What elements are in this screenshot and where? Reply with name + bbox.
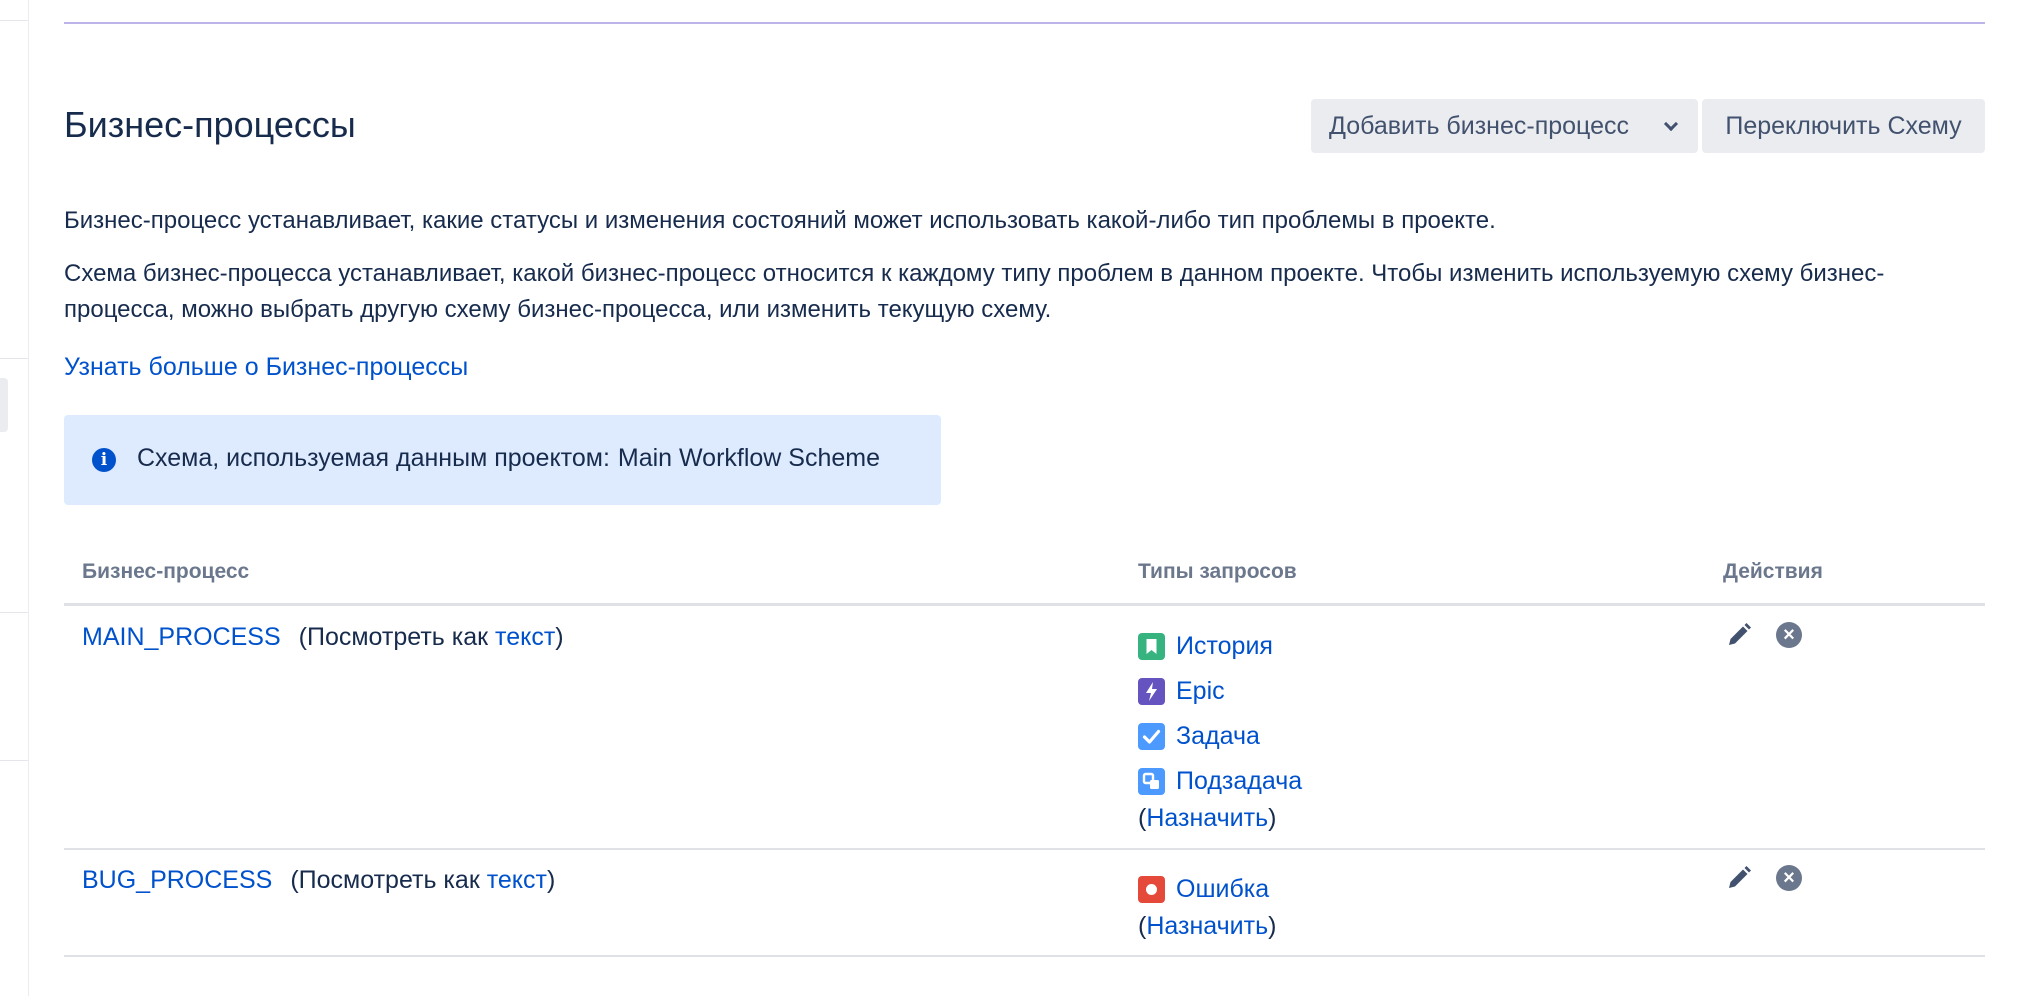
add-workflow-label: Добавить бизнес-процесс: [1329, 112, 1629, 140]
header-divider: [64, 22, 1985, 24]
sidebar-divider: [0, 760, 28, 761]
list-item: Задача: [1138, 714, 1302, 759]
assign-text: (Назначить): [1138, 804, 1302, 833]
sidebar-selected-item[interactable]: [0, 378, 8, 432]
chevron-down-icon: [1663, 116, 1679, 132]
view-as-text: (Посмотреть как текст): [290, 866, 555, 894]
task-icon: [1138, 723, 1165, 750]
column-header-issue-types: Типы запросов: [1138, 560, 1297, 583]
row-divider: [64, 955, 1985, 957]
subtask-icon: [1138, 768, 1165, 795]
view-prefix: (Посмотреть как: [290, 866, 487, 894]
issue-type-link-bug[interactable]: Ошибка: [1176, 875, 1269, 904]
list-item: Ошибка: [1138, 867, 1276, 912]
scheme-info-label: Схема, используемая данным проектом:: [137, 444, 610, 472]
column-header-actions: Действия: [1723, 560, 1823, 583]
column-header-workflow: Бизнес-процесс: [82, 560, 250, 583]
row-divider: [64, 848, 1985, 850]
view-as-text: (Посмотреть как текст): [299, 623, 564, 651]
learn-more-link[interactable]: Узнать больше о Бизнес-процессы: [64, 353, 468, 382]
view-as-text-link[interactable]: текст: [495, 623, 555, 651]
issue-type-link-epic[interactable]: Epic: [1176, 677, 1225, 706]
issue-type-link-task[interactable]: Задача: [1176, 722, 1260, 751]
view-as-text-link[interactable]: текст: [487, 866, 547, 894]
view-suffix: ): [555, 623, 564, 651]
scheme-info-text: Схема, используемая данным проектом: Main…: [137, 444, 880, 473]
sidebar-divider: [0, 358, 28, 359]
issue-types-list: История Epic Задача Подзадача (Назначить…: [1138, 624, 1302, 833]
scheme-info-panel: i Схема, используемая данным проектом: Ma…: [64, 415, 941, 505]
sidebar-divider: [0, 612, 28, 613]
delete-icon[interactable]: ×: [1776, 865, 1806, 895]
edit-icon[interactable]: [1724, 863, 1754, 893]
edit-icon[interactable]: [1724, 620, 1754, 650]
assign-close: ): [1268, 912, 1277, 940]
view-suffix: ): [546, 866, 556, 894]
info-icon: i: [92, 448, 116, 472]
sidebar-divider: [0, 20, 28, 21]
page-title: Бизнес-процессы: [64, 104, 356, 145]
add-workflow-button[interactable]: Добавить бизнес-процесс: [1311, 99, 1698, 153]
assign-close: ): [1268, 804, 1277, 832]
issue-types-list: Ошибка (Назначить): [1138, 867, 1276, 941]
workflow-link-main-process[interactable]: MAIN_PROCESS: [82, 623, 281, 651]
delete-icon[interactable]: ×: [1776, 622, 1806, 652]
list-item: Подзадача: [1138, 759, 1302, 804]
left-sidebar: [0, 0, 29, 996]
bug-icon: [1138, 876, 1165, 903]
view-prefix: (Посмотреть как: [298, 623, 496, 651]
story-icon: [1138, 633, 1165, 660]
epic-icon: [1138, 678, 1165, 705]
assign-link[interactable]: Назначить: [1146, 912, 1268, 940]
table-header-divider: [64, 603, 1985, 606]
list-item: История: [1138, 624, 1302, 669]
list-item: Epic: [1138, 669, 1302, 714]
switch-scheme-button[interactable]: Переключить Схему: [1702, 99, 1985, 153]
table-row-workflow: MAIN_PROCESS (Посмотреть как текст): [82, 623, 564, 652]
assign-link[interactable]: Назначить: [1146, 804, 1268, 832]
issue-type-link-subtask[interactable]: Подзадача: [1176, 767, 1302, 796]
workflow-link-bug-process[interactable]: BUG_PROCESS: [82, 866, 272, 894]
scheme-name: Main Workflow Scheme: [617, 444, 881, 472]
table-row-workflow: BUG_PROCESS (Посмотреть как текст): [82, 866, 555, 895]
workflow-description: Бизнес-процесс устанавливает, какие стат…: [64, 207, 1496, 234]
issue-type-link-story[interactable]: История: [1176, 632, 1273, 661]
assign-text: (Назначить): [1138, 912, 1276, 941]
scheme-description: Схема бизнес-процесса устанавливает, как…: [64, 260, 1885, 323]
